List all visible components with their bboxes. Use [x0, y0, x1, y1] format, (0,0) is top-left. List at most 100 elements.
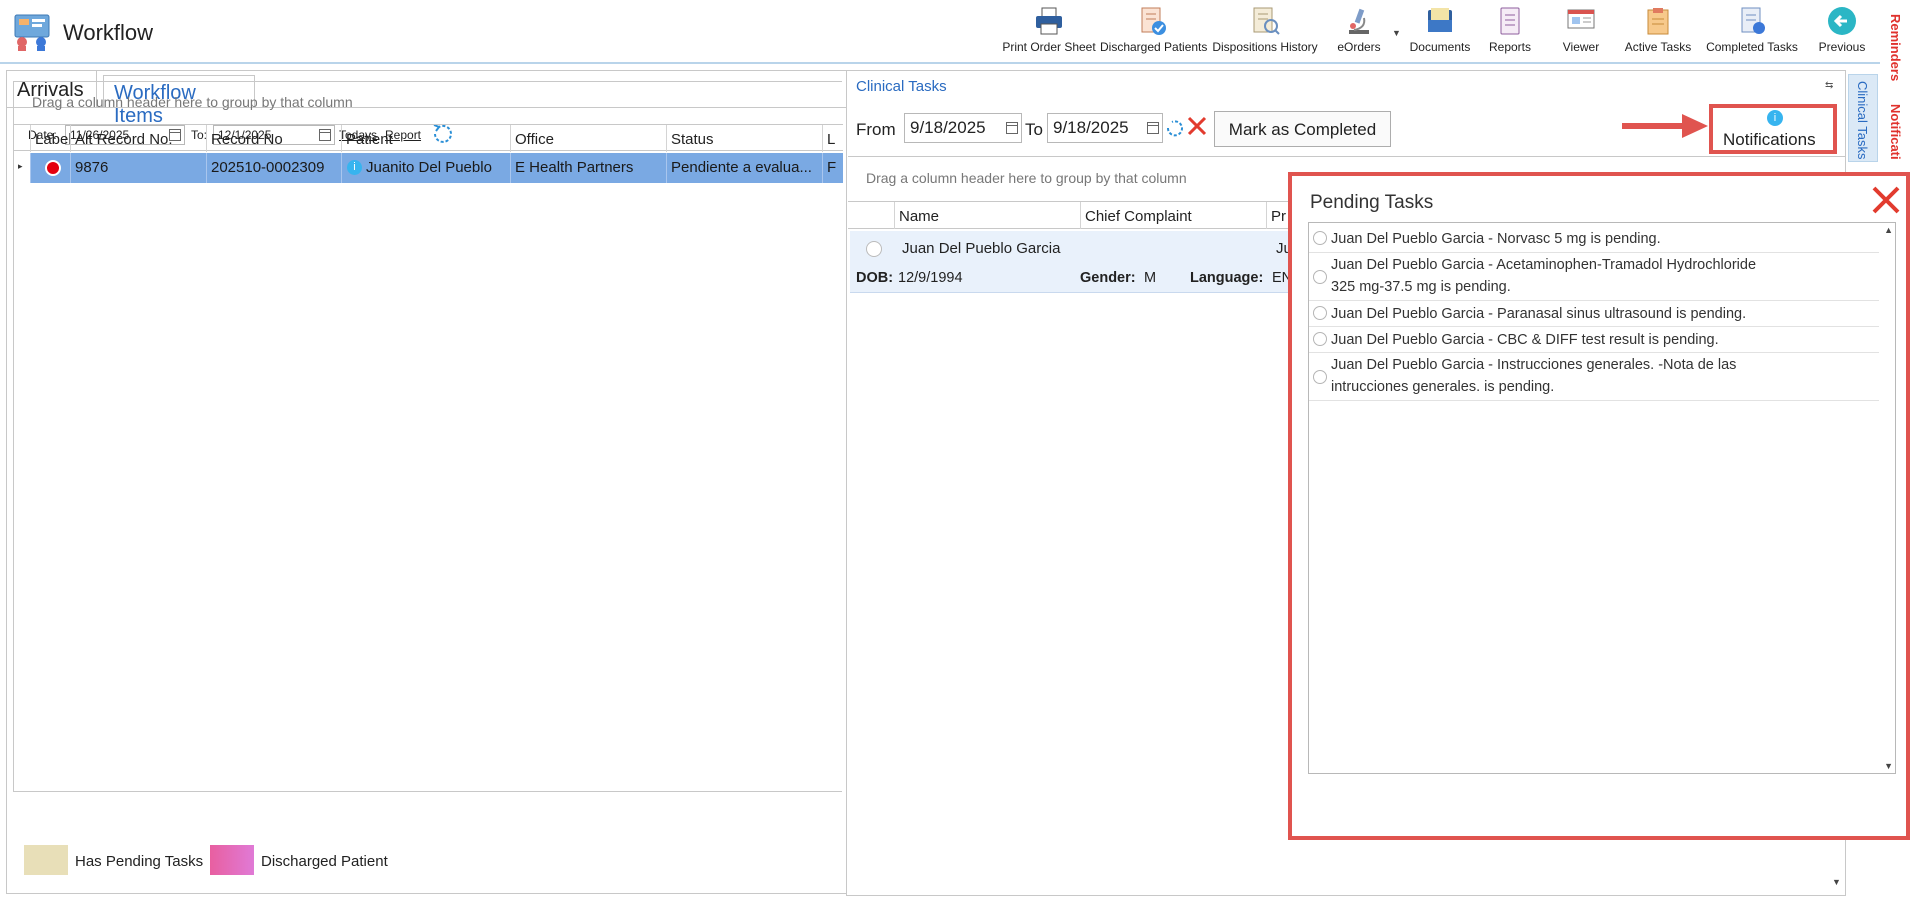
completed-tasks-button[interactable]: Completed Tasks [1704, 6, 1800, 60]
print-order-sheet-button[interactable]: Print Order Sheet [1000, 6, 1098, 60]
scroll-up-icon[interactable]: ▲ [1884, 225, 1893, 235]
close-icon[interactable] [1870, 184, 1902, 221]
ct-date-to-input[interactable]: 9/18/2025 [1047, 113, 1163, 143]
language-label: Language: [1190, 270, 1264, 286]
arrow-annotation-icon [1620, 112, 1710, 145]
reports-button[interactable]: Reports [1482, 6, 1538, 60]
patient-name: Juan Del Pueblo Garcia [902, 240, 1061, 257]
task-radio[interactable] [1313, 231, 1327, 245]
viewer-label: Viewer [1562, 40, 1600, 54]
list-item[interactable]: Juan Del Pueblo Garcia - Paranasal sinus… [1309, 301, 1879, 327]
task-text: Juan Del Pueblo Garcia - Paranasal sinus… [1331, 306, 1747, 322]
task-radio[interactable] [1313, 306, 1327, 320]
col-patient[interactable]: Patient [341, 125, 510, 152]
arrivals-grid: Drag a column header here to group by th… [13, 81, 843, 792]
table-row[interactable]: 9876 202510-0002309 i Juanito Del Pueblo… [30, 153, 843, 183]
info-icon[interactable]: i [347, 160, 362, 175]
col-office[interactable]: Office [510, 125, 666, 152]
calendar-icon[interactable] [1147, 122, 1159, 134]
documents-button[interactable]: Documents [1404, 6, 1476, 60]
red-status-dot-icon [45, 160, 61, 176]
scroll-down-icon[interactable]: ▼ [1884, 761, 1893, 771]
discharged-patients-icon [1138, 6, 1168, 36]
eorders-dropdown-icon[interactable]: ▼ [1392, 28, 1401, 38]
col-record-no[interactable]: Record No [206, 125, 341, 152]
workflow-logo-icon [12, 12, 52, 52]
active-tasks-label: Active Tasks [1624, 40, 1692, 54]
task-text-line: Juan Del Pueblo Garcia - Acetaminophen-T… [1331, 257, 1757, 273]
col-extra[interactable]: L [822, 125, 843, 152]
scroll-down-icon[interactable]: ▼ [1832, 877, 1841, 887]
task-text: Juan Del Pueblo Garcia - CBC & DIFF test… [1331, 332, 1719, 348]
col-status[interactable]: Status [666, 125, 822, 152]
task-radio[interactable] [1313, 270, 1327, 284]
documents-icon [1425, 6, 1455, 36]
viewer-button[interactable]: Viewer [1556, 6, 1606, 60]
clear-icon[interactable] [1186, 115, 1208, 142]
calendar-icon[interactable] [1006, 122, 1018, 134]
discharged-patients-label: Discharged Patients [1100, 40, 1208, 54]
reports-icon [1495, 6, 1525, 36]
extra-cell: F [822, 153, 843, 183]
ct-date-from-input[interactable]: 9/18/2025 [904, 113, 1022, 143]
list-item[interactable]: Juan Del Pueblo Garcia - Instrucciones g… [1309, 353, 1879, 401]
task-radio[interactable] [1313, 370, 1327, 384]
list-item[interactable]: Juan Del Pueblo Garcia - Norvasc 5 mg is… [1309, 225, 1879, 253]
previous-button[interactable]: Previous [1812, 6, 1872, 60]
pending-tasks-legend: Has Pending Tasks [75, 853, 204, 870]
task-text: Juan Del Pueblo Garcia - Norvasc 5 mg is… [1331, 231, 1661, 247]
microscope-icon [1344, 6, 1374, 36]
mark-as-completed-button[interactable]: Mark as Completed [1214, 111, 1391, 147]
task-text: Juan Del Pueblo Garcia - Instrucciones g… [1331, 354, 1871, 398]
eorders-label: eOrders [1337, 40, 1381, 54]
notifications-label: Notifications [1723, 130, 1816, 149]
col-name[interactable]: Name [894, 202, 1080, 229]
pin-icon[interactable]: ⇆ [1825, 80, 1833, 91]
row-indicator-icon: ▸ [18, 161, 23, 171]
pending-tasks-swatch [24, 845, 68, 875]
gender-label: Gender: [1080, 270, 1136, 286]
refresh-icon[interactable] [1164, 117, 1186, 144]
reports-label: Reports [1488, 40, 1532, 54]
discharged-patient-swatch [210, 845, 254, 875]
task-text-line: 325 mg-37.5 mg is pending. [1331, 279, 1511, 295]
pending-tasks-list: Juan Del Pueblo Garcia - Norvasc 5 mg is… [1308, 222, 1896, 774]
pending-tasks-title: Pending Tasks [1310, 192, 1434, 213]
to-label: To [1025, 120, 1043, 139]
notifications-side-tab[interactable]: Notificati [1888, 104, 1903, 160]
list-item[interactable]: Juan Del Pueblo Garcia - CBC & DIFF test… [1309, 327, 1879, 353]
discharged-patient-legend: Discharged Patient [261, 853, 388, 870]
task-text-line: Juan Del Pueblo Garcia - Instrucciones g… [1331, 357, 1737, 373]
select-radio[interactable] [866, 241, 882, 257]
col-chief-complaint[interactable]: Chief Complaint [1080, 202, 1266, 229]
alt-record-cell: 9876 [70, 153, 206, 183]
reminders-side-tab[interactable]: Reminders [1888, 14, 1903, 81]
task-text: Juan Del Pueblo Garcia - Acetaminophen-T… [1331, 254, 1871, 298]
task-radio[interactable] [1313, 332, 1327, 346]
discharged-patients-button[interactable]: Discharged Patients [1100, 6, 1208, 60]
viewer-icon [1566, 6, 1596, 36]
label-cell [30, 153, 70, 183]
dob-value: 12/9/1994 [898, 270, 963, 286]
info-icon: i [1767, 110, 1783, 126]
eorders-button[interactable]: eOrders [1328, 6, 1390, 60]
dispositions-history-button[interactable]: Dispositions History [1210, 6, 1320, 60]
clinical-tasks-title: Clinical Tasks [856, 78, 947, 95]
clinical-tasks-side-tab[interactable]: Clinical Tasks [1848, 74, 1878, 162]
col-label[interactable]: Label [30, 125, 72, 152]
clinical-tasks-side-tab-label: Clinical Tasks [1855, 81, 1870, 160]
active-tasks-button[interactable]: Active Tasks [1622, 6, 1694, 60]
dob-label: DOB: [856, 270, 894, 286]
notifications-button[interactable]: i Notifications [1709, 104, 1837, 154]
documents-label: Documents [1409, 40, 1471, 54]
ct-date-to-value: 9/18/2025 [1053, 118, 1129, 137]
col-alt-record[interactable]: Alt Record No. [70, 125, 206, 152]
group-by-hint: Drag a column header here to group by th… [866, 170, 1187, 186]
previous-label: Previous [1818, 40, 1866, 54]
status-cell: Pendiente a evalua... [666, 153, 822, 183]
list-item[interactable]: Juan Del Pueblo Garcia - Acetaminophen-T… [1309, 253, 1879, 301]
completed-tasks-icon [1737, 6, 1767, 36]
group-by-hint: Drag a column header here to group by th… [32, 94, 353, 110]
active-tasks-icon [1643, 6, 1673, 36]
printer-icon [1034, 6, 1064, 36]
